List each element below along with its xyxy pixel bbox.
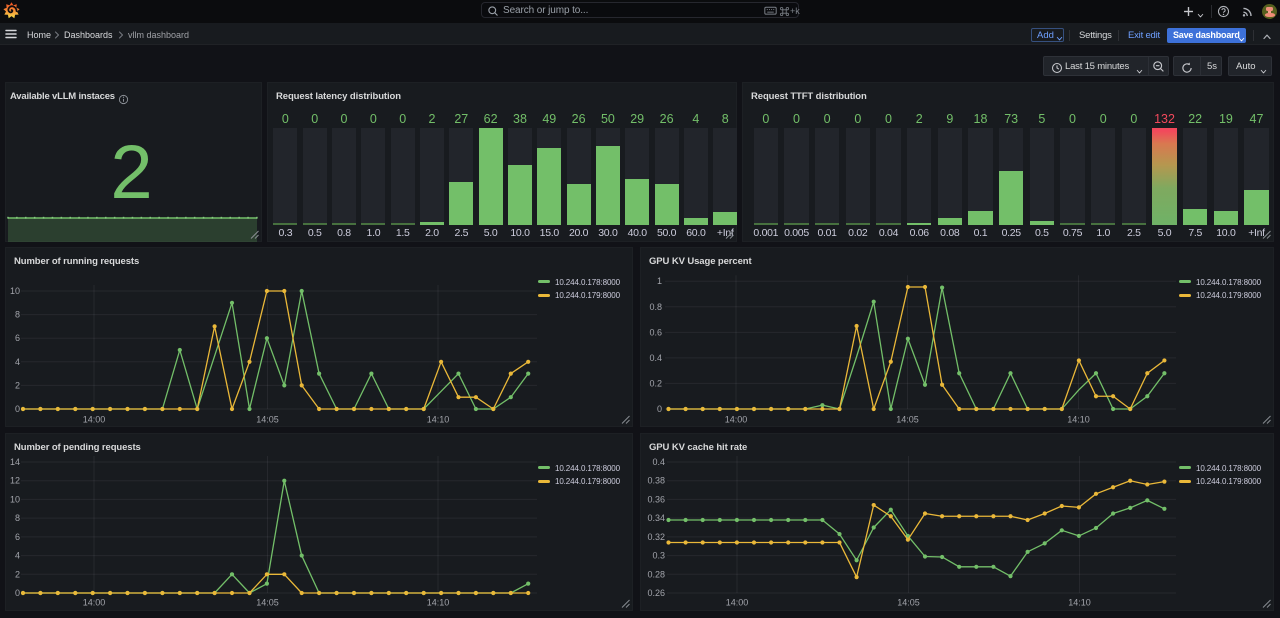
svg-text:0: 0 [657,404,662,414]
svg-text:0.32: 0.32 [647,532,665,542]
svg-text:0.36: 0.36 [647,494,665,504]
svg-text:0: 0 [15,404,20,414]
svg-text:14:00: 14:00 [83,598,106,608]
svg-text:8: 8 [15,513,20,523]
svg-text:0: 0 [15,588,20,598]
svg-text:14: 14 [10,457,20,467]
svg-text:1: 1 [657,276,662,286]
svg-text:8: 8 [15,310,20,320]
svg-text:0.38: 0.38 [647,476,665,486]
svg-text:0.4: 0.4 [649,353,662,363]
svg-text:14:05: 14:05 [256,598,279,608]
svg-text:0.28: 0.28 [647,569,665,579]
svg-text:0.3: 0.3 [652,551,665,561]
svg-text:0.6: 0.6 [649,327,662,337]
svg-text:14:10: 14:10 [1067,415,1090,425]
svg-text:0.4: 0.4 [652,457,665,467]
svg-text:14:10: 14:10 [1068,598,1091,608]
svg-text:10: 10 [10,286,20,296]
svg-text:14:00: 14:00 [726,598,749,608]
svg-text:2: 2 [15,569,20,579]
svg-text:10: 10 [10,494,20,504]
svg-text:14:10: 14:10 [427,415,450,425]
svg-text:12: 12 [10,476,20,486]
svg-text:4: 4 [15,357,20,367]
svg-text:14:05: 14:05 [256,415,279,425]
svg-text:0.2: 0.2 [649,378,662,388]
svg-text:14:00: 14:00 [725,415,748,425]
svg-text:14:00: 14:00 [83,415,106,425]
svg-text:0.34: 0.34 [647,513,665,523]
svg-text:6: 6 [15,333,20,343]
svg-text:2: 2 [15,380,20,390]
svg-text:14:10: 14:10 [427,598,450,608]
svg-text:6: 6 [15,532,20,542]
svg-text:0.26: 0.26 [647,588,665,598]
svg-text:14:05: 14:05 [896,415,919,425]
svg-text:14:05: 14:05 [897,598,920,608]
svg-text:4: 4 [15,551,20,561]
svg-text:0.8: 0.8 [649,302,662,312]
